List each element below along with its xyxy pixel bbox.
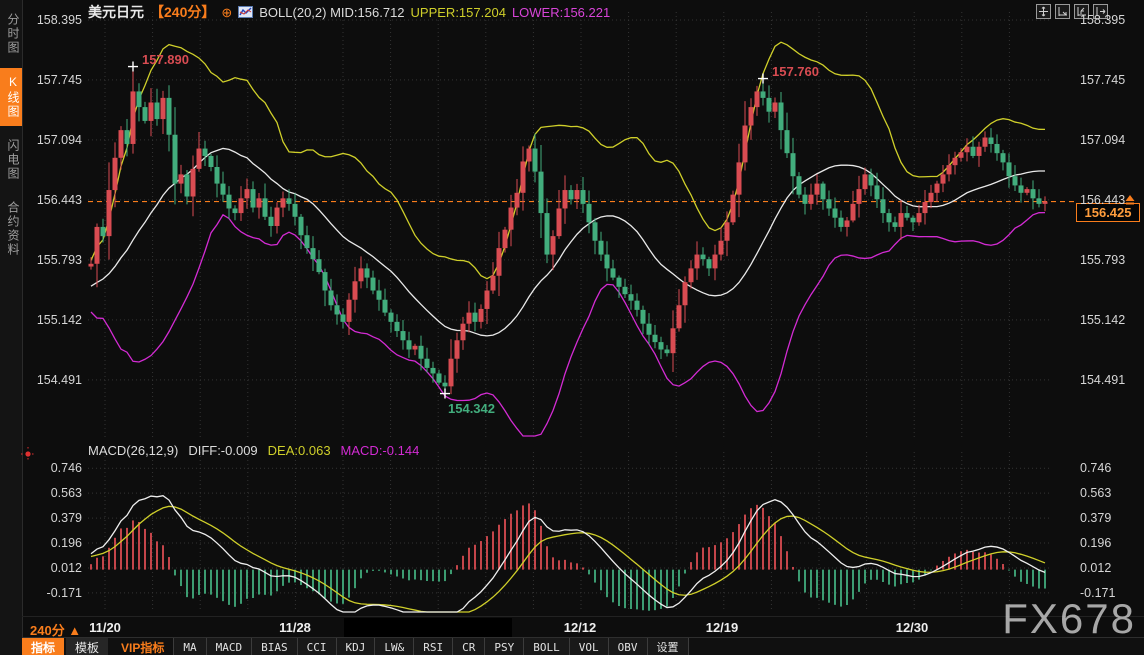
price-axis-label: 154.491 (24, 373, 82, 387)
chart-type-sidebar: 分时图 K线图 闪电图 合约资料 (0, 0, 23, 655)
swing-low-annotation: 154.342 (448, 401, 495, 416)
macd-hist-label: MACD:-0.144 (341, 443, 420, 458)
toolbar-tab-kdj[interactable]: KDJ (336, 638, 375, 655)
toolbar-tab-vip指标[interactable]: VIP指标 (112, 638, 173, 655)
interval-label: 【240分】 (150, 2, 215, 22)
toolbar-tab-模板[interactable]: 模板 (66, 638, 108, 655)
price-axis-label: 157.745 (1080, 73, 1140, 87)
date-axis-label: 12/12 (564, 620, 597, 635)
toolbar-tab-指标[interactable]: 指标 (22, 638, 64, 655)
price-axis-label: 156.443 (24, 193, 82, 207)
redacted-label-cover (344, 618, 512, 637)
toolbar-tab-psy[interactable]: PSY (484, 638, 523, 655)
boll-indicator-label: BOLL(20,2) MID:156.712 (259, 5, 404, 20)
chart-thumbnail-icon[interactable] (238, 6, 253, 18)
time-axis: 240分 ▲ 11/2011/2812/1212/1912/30 (22, 616, 1144, 638)
sidebar-item-time-chart[interactable]: 分时图 (0, 6, 22, 62)
swing-high-annotation: 157.890 (142, 52, 189, 67)
toolbar-tab-cci[interactable]: CCI (297, 638, 336, 655)
price-axis-label: 155.142 (1080, 313, 1140, 327)
macd-axis-label: 0.196 (24, 536, 82, 550)
price-axis-label: 158.395 (1080, 13, 1140, 27)
macd-axis-label: 0.746 (1080, 461, 1140, 475)
macd-axis-label: 0.379 (1080, 511, 1140, 525)
macd-axis-label: 0.563 (24, 486, 82, 500)
toolbar-tab-boll[interactable]: BOLL (523, 638, 569, 655)
macd-axis-label: 0.012 (1080, 561, 1140, 575)
price-axis-label: 157.094 (1080, 133, 1140, 147)
zoom-x-axis-icon[interactable] (1055, 4, 1070, 19)
sidebar-item-kline-chart[interactable]: K线图 (0, 68, 22, 126)
date-axis-label: 11/28 (279, 620, 311, 635)
price-axis-label: 155.793 (24, 253, 82, 267)
macd-axis-label: 0.196 (1080, 536, 1140, 550)
macd-axis-label: -0.171 (24, 586, 82, 600)
pan-icon[interactable] (1036, 4, 1051, 19)
toolbar-tab-cr[interactable]: CR (452, 638, 484, 655)
toolbar-tab-设置[interactable]: 设置 (647, 638, 689, 655)
macd-dea-label: DEA:0.063 (268, 443, 331, 458)
macd-axis-label: 0.012 (24, 561, 82, 575)
toolbar-tab-vol[interactable]: VOL (569, 638, 608, 655)
indicator-toolbar: 指标模板VIP指标MAMACDBIASCCIKDJLW&RSICRPSYBOLL… (22, 637, 1144, 655)
swing-high-annotation: 157.760 (772, 64, 819, 79)
date-axis-label: 11/20 (89, 620, 121, 635)
toolbar-tab-macd[interactable]: MACD (206, 638, 252, 655)
macd-axis-label: 0.379 (24, 511, 82, 525)
boll-upper-label: UPPER:157.204 (411, 5, 506, 20)
macd-axis-label: 0.746 (24, 461, 82, 475)
symbol-settings-icon[interactable]: ⊕ (221, 6, 232, 19)
price-axis-label: 156.443 (1080, 193, 1140, 207)
price-axis-label: 155.142 (24, 313, 82, 327)
price-axis-label: 157.745 (24, 73, 82, 87)
price-axis-label: 158.395 (24, 13, 82, 27)
sidebar-item-contract-info[interactable]: 合约资料 (0, 194, 22, 264)
toolbar-tab-lw[interactable]: LW& (374, 638, 413, 655)
price-axis-label: 154.491 (1080, 373, 1140, 387)
price-axis-label: 155.793 (1080, 253, 1140, 267)
chart-header: 美元日元 【240分】 ⊕ BOLL(20,2) MID:156.712 UPP… (88, 3, 610, 21)
toolbar-tab-ma[interactable]: MA (173, 638, 205, 655)
macd-diff-label: DIFF:-0.009 (188, 443, 257, 458)
date-axis-label: 12/30 (896, 620, 929, 635)
price-axis-label: 157.094 (24, 133, 82, 147)
boll-lower-label: LOWER:156.221 (512, 5, 610, 20)
macd-name-label: MACD(26,12,9) (88, 443, 178, 458)
toolbar-tab-obv[interactable]: OBV (608, 638, 647, 655)
date-axis-label: 12/19 (706, 620, 739, 635)
toolbar-tab-rsi[interactable]: RSI (413, 638, 452, 655)
sidebar-item-flash-chart[interactable]: 闪电图 (0, 132, 22, 188)
trading-app-window: 分时图 K线图 闪电图 合约资料 美元日元 【240分】 ⊕ BOLL(20,2… (0, 0, 1144, 655)
toolbar-tab-bias[interactable]: BIAS (251, 638, 297, 655)
symbol-name: 美元日元 (88, 2, 144, 22)
macd-header: MACD(26,12,9) DIFF:-0.009 DEA:0.063 MACD… (88, 443, 419, 458)
chart-canvas[interactable] (0, 0, 1144, 616)
macd-axis-label: 0.563 (1080, 486, 1140, 500)
watermark: FX678 (1002, 595, 1136, 643)
